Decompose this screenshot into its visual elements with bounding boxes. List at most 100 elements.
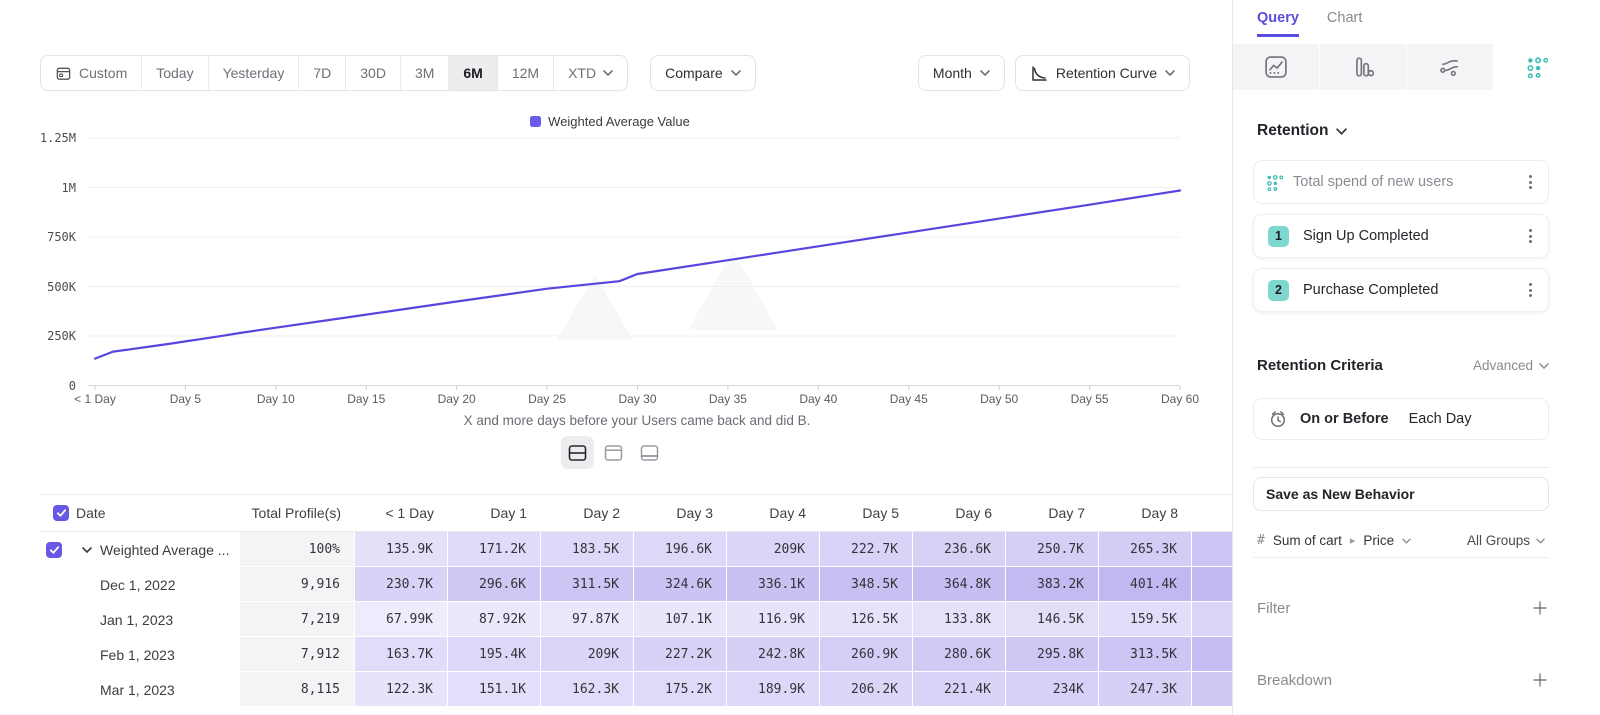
- x-axis-label: Day 55: [1050, 392, 1130, 406]
- table-cell: 122.3K: [355, 672, 448, 707]
- range-30d[interactable]: 30D: [345, 56, 400, 90]
- behavior-card[interactable]: Total spend of new users: [1253, 160, 1549, 204]
- table-cell: 159.5K: [1099, 602, 1192, 637]
- insights-line-icon: [1265, 56, 1287, 78]
- checkbox-checked[interactable]: [53, 505, 69, 521]
- total-profiles-cell: 9,916: [240, 567, 355, 602]
- step-event-label: Purchase Completed: [1303, 282, 1438, 298]
- tab-funnels[interactable]: [1320, 44, 1407, 90]
- all-groups-dropdown[interactable]: All Groups: [1467, 533, 1545, 548]
- tab-query[interactable]: Query: [1257, 10, 1299, 37]
- table-header-day-6: Day 6: [913, 494, 1006, 532]
- x-axis-label: Day 5: [145, 392, 225, 406]
- row-label-text: Mar 1, 2023: [100, 682, 175, 698]
- y-axis-label: 750K: [0, 229, 76, 245]
- retention-chart: Weighted Average Value 1.25M1M750K500K25…: [0, 105, 1232, 440]
- tab-flows[interactable]: [1407, 44, 1494, 90]
- table-cell: 265.3K: [1099, 532, 1192, 567]
- add-breakdown-icon[interactable]: [1533, 673, 1547, 687]
- all-groups-label: All Groups: [1467, 533, 1530, 548]
- range-3m[interactable]: 3M: [400, 56, 448, 90]
- criteria-card[interactable]: On or Before Each Day: [1253, 398, 1549, 440]
- kebab-menu-icon[interactable]: [1525, 279, 1536, 301]
- range-12m[interactable]: 12M: [497, 56, 553, 90]
- tab-retention[interactable]: [1494, 44, 1581, 90]
- metric-row[interactable]: # Sum of cart ▸ Price All Groups: [1253, 524, 1549, 558]
- table-cell: 295.8K: [1006, 637, 1099, 672]
- table-cell: 242.8K: [727, 637, 820, 672]
- granularity-button[interactable]: Month: [918, 55, 1005, 91]
- row-expand-chevron-icon[interactable]: [82, 547, 92, 553]
- table-header-day-3: Day 3: [634, 494, 727, 532]
- table-row-label[interactable]: Weighted Average ...: [76, 532, 240, 567]
- table-header-overflow: [1192, 494, 1232, 532]
- chevron-down-icon: [731, 70, 741, 76]
- kebab-menu-icon[interactable]: [1525, 225, 1536, 247]
- split-view-icon: [568, 444, 587, 462]
- panel-divider: [1253, 467, 1549, 468]
- table-cell: 67.99K: [355, 602, 448, 637]
- criteria-mode-dropdown[interactable]: Advanced: [1473, 358, 1549, 373]
- chart-caption: X and more days before your Users came b…: [337, 413, 937, 428]
- flows-icon: [1439, 56, 1461, 78]
- table-cell: 234K: [1006, 672, 1099, 707]
- total-profiles-cell: 100%: [240, 532, 355, 567]
- total-profiles-cell: 8,115: [240, 672, 355, 707]
- main-area: CustomTodayYesterday 7D 30D 3M6M12MXTD Comp…: [0, 0, 1232, 715]
- table-cell: 126.5K: [820, 602, 913, 637]
- table-cell: 162.3K: [541, 672, 634, 707]
- step-index-badge: 1: [1268, 226, 1289, 247]
- toolbar: CustomTodayYesterday 7D 30D 3M6M12MXTD Comp…: [40, 55, 1190, 91]
- tab-insights[interactable]: [1233, 44, 1320, 90]
- table-cell: 146.5K: [1006, 602, 1099, 637]
- range-7d[interactable]: 7D: [298, 56, 345, 90]
- row-checkbox-cell: [40, 567, 76, 602]
- tab-chart[interactable]: Chart: [1327, 10, 1362, 37]
- table-cell: 280.6K: [913, 637, 1006, 672]
- legend-label: Weighted Average Value: [548, 114, 690, 129]
- add-filter-icon[interactable]: [1533, 601, 1547, 615]
- range-label: 30D: [360, 65, 386, 81]
- chart-type-strip: [1233, 44, 1581, 90]
- range-custom[interactable]: Custom: [41, 56, 141, 90]
- table-header-date: Date: [76, 494, 240, 532]
- chart-view-button[interactable]: [597, 436, 630, 469]
- table-view-button[interactable]: [633, 436, 666, 469]
- table-cell: 196.6K: [634, 532, 727, 567]
- granularity-label: Month: [933, 65, 972, 81]
- range-today[interactable]: Today: [141, 56, 207, 90]
- checkbox-checked[interactable]: [46, 542, 62, 558]
- table-header-day-5: Day 5: [820, 494, 913, 532]
- compare-button[interactable]: Compare: [650, 55, 756, 91]
- split-view-button[interactable]: [561, 436, 594, 469]
- chevron-down-icon: [1165, 70, 1175, 76]
- y-axis-label: 1.25M: [0, 130, 76, 146]
- table-header-day-4: Day 4: [727, 494, 820, 532]
- kebab-menu-icon[interactable]: [1525, 171, 1536, 193]
- table-cell: 209K: [727, 532, 820, 567]
- range-label: 7D: [313, 65, 331, 81]
- retention-section-toggle[interactable]: Retention: [1257, 122, 1347, 140]
- x-axis-label: Day 15: [326, 392, 406, 406]
- number-type-icon: #: [1257, 533, 1265, 548]
- row-label-text: Dec 1, 2022: [100, 577, 176, 593]
- table-header-day-7: Day 7: [1006, 494, 1099, 532]
- metric-label: Sum of cart: [1273, 533, 1342, 548]
- chart-style-button[interactable]: Retention Curve: [1015, 55, 1190, 91]
- chart-style-label: Retention Curve: [1056, 65, 1157, 81]
- step-card-1[interactable]: 1Sign Up Completed: [1253, 214, 1549, 258]
- range-6m[interactable]: 6M: [448, 56, 496, 90]
- step-card-2[interactable]: 2Purchase Completed: [1253, 268, 1549, 312]
- table-cell: 336.1K: [727, 567, 820, 602]
- table-cell: 175.2K: [634, 672, 727, 707]
- range-yesterday[interactable]: Yesterday: [208, 56, 299, 90]
- range-xtd[interactable]: XTD: [553, 56, 627, 90]
- row-checkbox-cell: [40, 602, 76, 637]
- save-as-new-behavior-button[interactable]: Save as New Behavior: [1253, 477, 1549, 511]
- retention-analytics-app: CustomTodayYesterday 7D 30D 3M6M12MXTD Comp…: [0, 0, 1600, 715]
- table-cell: 183.5K: [541, 532, 634, 567]
- table-cell: 250.7K: [1006, 532, 1099, 567]
- breakdown-section: Breakdown: [1257, 667, 1547, 693]
- row-label-text: Jan 1, 2023: [100, 612, 173, 628]
- chart-view-icon: [604, 444, 623, 462]
